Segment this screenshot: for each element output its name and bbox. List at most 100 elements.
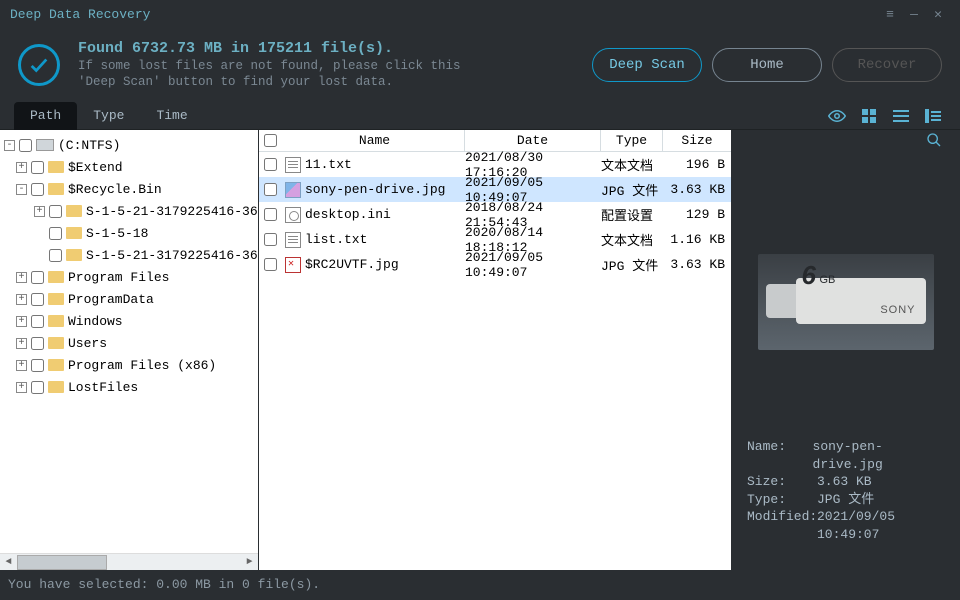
- tree-item-label: Program Files: [68, 270, 169, 285]
- folder-icon: [66, 205, 82, 217]
- file-name: desktop.ini: [305, 207, 391, 222]
- close-button[interactable]: ✕: [926, 7, 950, 22]
- tree-checkbox[interactable]: [19, 139, 32, 152]
- tree-item[interactable]: +S-1-5-21-3179225416-36: [0, 200, 258, 222]
- home-button[interactable]: Home: [712, 48, 822, 82]
- tree-item[interactable]: +Windows: [0, 310, 258, 332]
- col-size[interactable]: Size: [663, 130, 731, 152]
- tab-path[interactable]: Path: [14, 102, 77, 130]
- file-icon: [285, 232, 301, 248]
- tree-item-label: Program Files (x86): [68, 358, 216, 373]
- meta-type-key: Type:: [747, 491, 817, 509]
- folder-icon: [48, 161, 64, 173]
- file-row[interactable]: 11.txt2021/08/30 17:16:20文本文档196 B: [259, 152, 731, 177]
- tree-checkbox[interactable]: [31, 161, 44, 174]
- hint-line-2: 'Deep Scan' button to find your lost dat…: [78, 75, 576, 91]
- file-type: 文本文档: [601, 155, 663, 174]
- tabs-row: Path Type Time: [0, 102, 960, 130]
- file-icon: [285, 157, 301, 173]
- tree-item[interactable]: +$Extend: [0, 156, 258, 178]
- folder-icon: [66, 227, 82, 239]
- expand-icon[interactable]: +: [16, 162, 27, 173]
- scroll-thumb[interactable]: [17, 555, 107, 570]
- preview-thumbnail: 6 GB: [758, 254, 934, 350]
- file-checkbox[interactable]: [264, 233, 277, 246]
- file-row[interactable]: list.txt2020/08/14 18:18:12文本文档1.16 KB: [259, 227, 731, 252]
- folder-icon: [48, 293, 64, 305]
- tree-checkbox[interactable]: [49, 249, 62, 262]
- expand-icon[interactable]: +: [16, 360, 27, 371]
- meta-mod-val: 2021/09/05 10:49:07: [817, 508, 944, 543]
- tree-item[interactable]: + Program Files: [0, 266, 258, 288]
- file-row[interactable]: sony-pen-drive.jpg2021/09/05 10:49:07JPG…: [259, 177, 731, 202]
- titlebar: Deep Data Recovery ≡ — ✕: [0, 0, 960, 28]
- file-checkbox[interactable]: [264, 158, 277, 171]
- file-type: JPG 文件: [601, 255, 663, 274]
- file-name: 11.txt: [305, 157, 352, 172]
- tree-checkbox[interactable]: [31, 359, 44, 372]
- meta-type-val: JPG 文件: [817, 491, 874, 509]
- folder-icon: [48, 271, 64, 283]
- grid-icon[interactable]: [860, 107, 878, 125]
- file-size: 129 B: [663, 207, 731, 222]
- file-row[interactable]: $RC2UVTF.jpg2021/09/05 10:49:07JPG 文件3.6…: [259, 252, 731, 277]
- tree-item[interactable]: +ProgramData: [0, 288, 258, 310]
- search-icon[interactable]: [926, 132, 942, 152]
- tree-item[interactable]: + Users: [0, 332, 258, 354]
- deep-scan-button[interactable]: Deep Scan: [592, 48, 702, 82]
- select-all-checkbox[interactable]: [264, 134, 277, 147]
- col-type[interactable]: Type: [601, 130, 663, 152]
- tree-item[interactable]: - $Recycle.Bin: [0, 178, 258, 200]
- header: Found 6732.73 MB in 175211 file(s). If s…: [0, 28, 960, 102]
- tree-checkbox[interactable]: [31, 381, 44, 394]
- list-icon[interactable]: [892, 107, 910, 125]
- minimize-button[interactable]: —: [902, 7, 926, 22]
- file-row[interactable]: desktop.ini2018/08/24 21:54:43配置设置129 B: [259, 202, 731, 227]
- tree-item-label: S-1-5-21-3179225416-36: [86, 248, 258, 263]
- tree-scrollbar[interactable]: ◄ ►: [0, 553, 258, 570]
- expand-icon[interactable]: +: [16, 316, 27, 327]
- file-name: $RC2UVTF.jpg: [305, 257, 399, 272]
- eye-icon[interactable]: [828, 107, 846, 125]
- tree-checkbox[interactable]: [31, 293, 44, 306]
- tab-type[interactable]: Type: [77, 102, 140, 130]
- expand-icon[interactable]: +: [16, 382, 27, 393]
- tree-checkbox[interactable]: [31, 315, 44, 328]
- collapse-icon[interactable]: -: [16, 184, 27, 195]
- detail-icon[interactable]: [924, 107, 942, 125]
- tree-item[interactable]: +LostFiles: [0, 376, 258, 398]
- folder-icon: [48, 337, 64, 349]
- tree-item[interactable]: S-1-5-21-3179225416-36: [0, 244, 258, 266]
- tree-item-label: $Recycle.Bin: [68, 182, 162, 197]
- meta-name-val: sony-pen-drive.jpg: [813, 438, 944, 473]
- metadata: Name:sony-pen-drive.jpg Size:3.63 KB Typ…: [731, 438, 960, 543]
- file-checkbox[interactable]: [264, 183, 277, 196]
- file-checkbox[interactable]: [264, 208, 277, 221]
- recover-button[interactable]: Recover: [832, 48, 942, 82]
- tree-item[interactable]: S-1-5-18: [0, 222, 258, 244]
- tree-checkbox[interactable]: [31, 337, 44, 350]
- tree-item-label: Users: [68, 336, 107, 351]
- expand-icon[interactable]: +: [16, 272, 27, 283]
- col-name[interactable]: Name: [285, 130, 465, 151]
- file-type: 配置设置: [601, 205, 663, 224]
- file-icon: [285, 257, 301, 273]
- tree-checkbox[interactable]: [49, 227, 62, 240]
- tree-checkbox[interactable]: [31, 183, 44, 196]
- tree-checkbox[interactable]: [49, 205, 62, 218]
- scroll-left-icon[interactable]: ◄: [0, 554, 17, 571]
- tree-checkbox[interactable]: [31, 271, 44, 284]
- file-checkbox[interactable]: [264, 258, 277, 271]
- scroll-right-icon[interactable]: ►: [241, 554, 258, 571]
- tree-item[interactable]: + Program Files (x86): [0, 354, 258, 376]
- tree-root[interactable]: - (C:NTFS): [0, 134, 258, 156]
- file-size: 3.63 KB: [663, 182, 731, 197]
- collapse-icon[interactable]: -: [4, 140, 15, 151]
- expand-icon[interactable]: +: [16, 338, 27, 349]
- menu-icon[interactable]: ≡: [878, 7, 902, 22]
- expand-icon[interactable]: +: [34, 206, 45, 217]
- expand-icon[interactable]: +: [16, 294, 27, 305]
- col-date[interactable]: Date: [465, 130, 601, 152]
- tab-time[interactable]: Time: [140, 102, 203, 130]
- folder-icon: [48, 183, 64, 195]
